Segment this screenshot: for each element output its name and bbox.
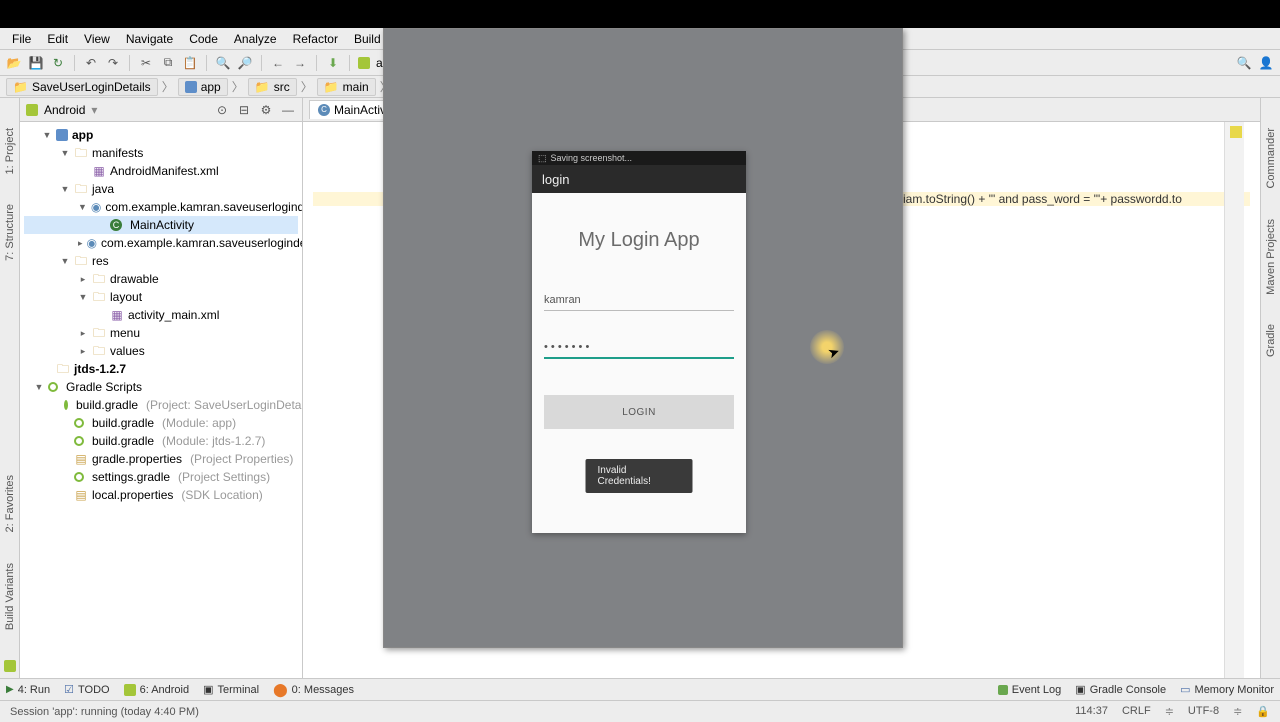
tool-memory[interactable]: ▭Memory Monitor xyxy=(1180,683,1274,696)
rail-structure[interactable]: 7: Structure xyxy=(4,204,16,261)
save-icon[interactable]: 💾 xyxy=(28,55,44,71)
menu-build[interactable]: Build xyxy=(348,30,387,48)
rail-maven[interactable]: Maven Projects xyxy=(1265,219,1277,295)
node-build-gradle-app[interactable]: build.gradle xyxy=(88,414,154,432)
node-gradle-properties[interactable]: gradle.properties xyxy=(92,450,182,468)
password-field[interactable] xyxy=(544,337,734,359)
redo-icon[interactable]: ↷ xyxy=(105,55,121,71)
search-everywhere-icon[interactable]: 🔍 xyxy=(1236,55,1252,71)
menu-view[interactable]: View xyxy=(78,30,116,48)
node-androidmanifest[interactable]: AndroidManifest.xml xyxy=(110,162,219,180)
crumb-app[interactable]: app xyxy=(178,78,228,96)
username-field[interactable] xyxy=(544,290,734,311)
left-rail: 1: Project 7: Structure 2: Favorites Bui… xyxy=(0,98,20,678)
tool-run[interactable]: ▶4: Run xyxy=(6,684,50,696)
menu-file[interactable]: File xyxy=(6,30,37,48)
android-view-icon xyxy=(26,104,38,116)
forward-icon[interactable]: → xyxy=(292,55,308,71)
rail-project[interactable]: 1: Project xyxy=(4,128,16,174)
crumb-main[interactable]: 📁main xyxy=(317,78,376,96)
replace-icon[interactable]: 🔎 xyxy=(237,55,253,71)
camera-icon: ⬚ xyxy=(538,153,547,164)
node-app[interactable]: app xyxy=(72,126,93,144)
phone-statusbar: ⬚ Saving screenshot... xyxy=(532,151,746,165)
node-settings-gradle[interactable]: settings.gradle xyxy=(88,468,170,486)
toast-message: Invalid Credentials! xyxy=(586,459,693,493)
menu-navigate[interactable]: Navigate xyxy=(120,30,179,48)
menu-code[interactable]: Code xyxy=(183,30,224,48)
crumb-src[interactable]: 📁src xyxy=(248,78,297,96)
open-icon[interactable]: 📂 xyxy=(6,55,22,71)
sync-icon[interactable]: ↻ xyxy=(50,55,66,71)
menu-analyze[interactable]: Analyze xyxy=(228,30,283,48)
node-layout[interactable]: layout xyxy=(110,288,142,306)
node-jtds[interactable]: jtds-1.2.7 xyxy=(74,360,126,378)
login-button[interactable]: LOGIN xyxy=(544,395,734,429)
android-icon xyxy=(358,57,370,69)
editor-gutter xyxy=(1224,122,1244,678)
project-tree[interactable]: ▼app ▼🗀manifests ▦AndroidManifest.xml ▼🗀… xyxy=(20,122,302,508)
statusbar: Session 'app': running (today 4:40 PM) 1… xyxy=(0,700,1280,722)
tool-messages[interactable]: ⬤0: Messages xyxy=(273,682,354,698)
node-res[interactable]: res xyxy=(92,252,109,270)
status-encoding[interactable]: UTF-8 xyxy=(1188,705,1219,718)
warning-icon[interactable] xyxy=(1230,126,1242,138)
node-mainactivity[interactable]: MainActivity xyxy=(126,216,194,234)
crumb-project[interactable]: 📁SaveUserLoginDetails xyxy=(6,78,158,96)
node-java[interactable]: java xyxy=(92,180,114,198)
rail-favorites[interactable]: 2: Favorites xyxy=(4,475,16,532)
node-manifests[interactable]: manifests xyxy=(92,144,143,162)
status-eol[interactable]: CRLF xyxy=(1122,705,1151,718)
menu-edit[interactable]: Edit xyxy=(41,30,74,48)
rail-commander[interactable]: Commander xyxy=(1265,128,1277,189)
rail-build-variants[interactable]: Build Variants xyxy=(4,563,16,630)
scroll-to-icon[interactable]: ⊙ xyxy=(214,102,230,118)
status-caret: 114:37 xyxy=(1075,705,1108,718)
android-rail-icon[interactable] xyxy=(4,660,16,672)
tool-event-log[interactable]: Event Log xyxy=(998,683,1062,696)
tool-android[interactable]: 6: Android xyxy=(124,684,190,696)
cut-icon[interactable]: ✂ xyxy=(138,55,154,71)
app-title: My Login App xyxy=(544,203,734,290)
right-rail: Commander Maven Projects Gradle xyxy=(1260,98,1280,678)
saving-text: Saving screenshot... xyxy=(551,153,633,163)
collapse-icon[interactable]: ⊟ xyxy=(236,102,252,118)
project-panel: Android ▾ ⊙ ⊟ ⚙ — ▼app ▼🗀manifests ▦Andr… xyxy=(20,98,303,678)
node-local-properties[interactable]: local.properties xyxy=(92,486,173,504)
status-session: Session 'app': running (today 4:40 PM) xyxy=(10,706,199,718)
node-menu[interactable]: menu xyxy=(110,324,140,342)
hide-icon[interactable]: — xyxy=(280,102,296,118)
back-icon[interactable]: ← xyxy=(270,55,286,71)
phone-screen: ⬚ Saving screenshot... login My Login Ap… xyxy=(532,151,746,533)
make-icon[interactable]: ⬇ xyxy=(325,55,341,71)
gear-icon[interactable]: ⚙ xyxy=(258,102,274,118)
node-build-gradle-project[interactable]: build.gradle xyxy=(72,396,138,414)
node-pkg1[interactable]: com.example.kamran.saveuserlogindetails xyxy=(105,198,302,216)
node-pkg2[interactable]: com.example.kamran.saveuserlogindetails xyxy=(101,234,302,252)
find-icon[interactable]: 🔍 xyxy=(215,55,231,71)
project-view-selector[interactable]: Android xyxy=(44,103,85,117)
copy-icon[interactable]: ⧉ xyxy=(160,55,176,71)
tool-gradle-console[interactable]: ▣Gradle Console xyxy=(1075,683,1166,696)
node-gradle-scripts[interactable]: Gradle Scripts xyxy=(62,378,142,396)
user-icon[interactable]: 👤 xyxy=(1258,55,1274,71)
bottom-toolbar: ▶4: Run ☑TODO 6: Android ▣Terminal ⬤0: M… xyxy=(0,678,1280,700)
node-drawable[interactable]: drawable xyxy=(110,270,159,288)
paste-icon[interactable]: 📋 xyxy=(182,55,198,71)
node-activity-main[interactable]: activity_main.xml xyxy=(128,306,219,324)
undo-icon[interactable]: ↶ xyxy=(83,55,99,71)
menu-refactor[interactable]: Refactor xyxy=(287,30,344,48)
tool-todo[interactable]: ☑TODO xyxy=(64,683,109,696)
node-values[interactable]: values xyxy=(110,342,145,360)
app-bar: login xyxy=(532,165,746,193)
rail-gradle[interactable]: Gradle xyxy=(1265,324,1277,357)
status-lock-icon[interactable]: 🔒 xyxy=(1256,705,1270,718)
node-build-gradle-jtds[interactable]: build.gradle xyxy=(88,432,154,450)
tool-terminal[interactable]: ▣Terminal xyxy=(203,683,259,696)
